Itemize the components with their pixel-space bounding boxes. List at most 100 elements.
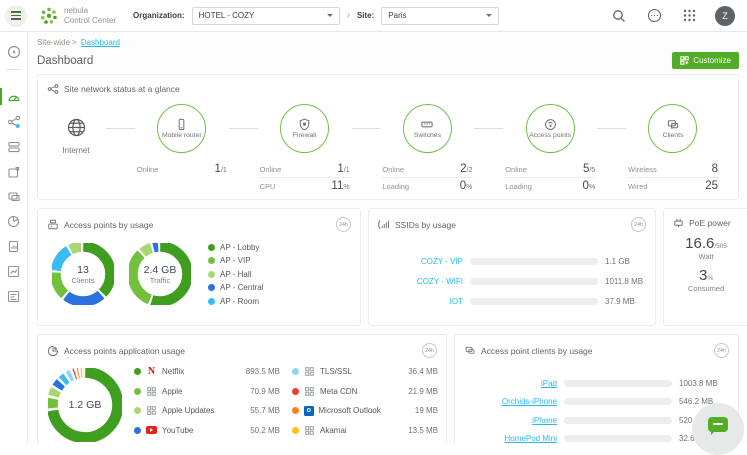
app-row: Apple iCloud12.7 MB [292, 440, 438, 444]
ssid-link[interactable]: COZY - VIP [377, 257, 463, 266]
pie-chart-icon [7, 215, 20, 228]
breadcrumb-dashboard-link[interactable]: Dashboard [81, 38, 120, 47]
sidebar-item-site-overview[interactable] [0, 39, 27, 64]
usage-bar [564, 435, 672, 442]
app-row: Apple70.9 MB [134, 382, 280, 402]
panel-title: SSIDs by usage [395, 220, 456, 230]
client-link[interactable]: iPad [461, 379, 557, 388]
ssid-link[interactable]: COZY - WIFI [377, 277, 463, 286]
client-row: Orchids-iPhone 546.2 MB [461, 397, 728, 406]
sidebar-item-devices[interactable] [0, 134, 27, 159]
application-list-col1: Netflix893.5 MB Apple70.9 MB Apple Updat… [134, 362, 280, 444]
usage-bar [470, 258, 598, 265]
help-ellipsis-icon [647, 8, 662, 23]
firewall-shield-icon [298, 118, 311, 131]
sidebar-item-timeline[interactable] [0, 259, 27, 284]
customize-grid-icon [680, 56, 689, 65]
internet-globe-icon [66, 117, 87, 138]
usage-bar [470, 278, 598, 285]
topology-icon [7, 115, 21, 129]
node-switches[interactable]: Switches Online2/2 Loading0% [380, 104, 474, 194]
organization-selector[interactable]: HOTEL - COZY [192, 7, 340, 25]
client-link[interactable]: Orchids-iPhone [461, 397, 557, 406]
legend-item: AP - Room [208, 297, 263, 306]
client-link[interactable]: iPhone [461, 416, 557, 425]
time-range-badge[interactable]: 24h [422, 343, 437, 358]
legend-item: AP - Hall [208, 270, 263, 279]
client-link[interactable]: HomePod Mini [461, 434, 557, 443]
panel-title: Access point clients by usage [481, 346, 593, 356]
connector-line [352, 128, 381, 129]
sidebar-item-dashboard[interactable] [0, 84, 27, 109]
time-range-badge[interactable]: 24h [714, 343, 729, 358]
search-button[interactable] [608, 5, 630, 27]
apps-grid-icon [683, 9, 696, 22]
time-range-badge[interactable]: 24h [631, 217, 646, 232]
connector-line [229, 128, 258, 129]
report-document-icon [7, 240, 20, 253]
sidebar-item-monitor[interactable] [0, 184, 27, 209]
site-selector[interactable]: Paris [381, 7, 499, 25]
dashboard-gauge-icon [7, 90, 21, 104]
clients-donut-chart: 13Clients [52, 243, 114, 305]
application-donut-chart: 1.2 GB [48, 368, 122, 442]
chevron-down-icon [327, 14, 333, 20]
pie-chart-panel-icon [47, 345, 59, 357]
akamai-icon [304, 425, 315, 436]
access-point-icon [544, 118, 557, 131]
node-firewall[interactable]: Firewall Online1/1 CPU11% [258, 104, 352, 194]
help-button[interactable] [643, 5, 665, 27]
internet-node: Internet [46, 104, 106, 155]
poe-power-panel: PoE power 16.6/505 Watt 3% Consumed [663, 208, 747, 326]
node-access-points[interactable]: Access points Online5/5 Loading0% [503, 104, 597, 194]
hamburger-menu-button[interactable] [5, 5, 27, 27]
site-label: Site: [357, 11, 374, 20]
connector-line [106, 128, 135, 129]
chevron-down-icon [486, 14, 492, 20]
status-glance-panel: Site network status at a glance Internet… [37, 74, 739, 200]
chat-support-button[interactable] [692, 403, 744, 455]
main-content: Site-wide> Dashboard Dashboard Customize… [29, 32, 747, 444]
mobile-router-icon [175, 118, 188, 131]
sidebar-divider [6, 69, 21, 70]
access-point-panel-icon [47, 219, 59, 230]
node-mobile-router[interactable]: Mobile router Online1/1 [135, 104, 229, 177]
app-row: Netflix893.5 MB [134, 362, 280, 382]
app-row: YouTube50.2 MB [134, 421, 280, 441]
brand: nebula Control Center [39, 6, 116, 26]
node-clients[interactable]: Clients Wireless8 Wired25 [626, 104, 720, 194]
compass-icon [7, 45, 21, 59]
time-range-badge[interactable]: 24h [336, 217, 351, 232]
apps-grid-button[interactable] [678, 5, 700, 27]
customize-button[interactable]: Customize [672, 52, 739, 69]
clients-panel-icon [464, 345, 476, 356]
organization-label: Organization: [133, 11, 185, 20]
chat-bubble-icon [708, 417, 728, 432]
connector-line [597, 128, 626, 129]
meta-cdn-icon [304, 386, 315, 397]
youtube-icon [146, 425, 157, 436]
sidebar [0, 32, 28, 444]
sidebar-item-topology[interactable] [0, 109, 27, 134]
panel-title: PoE power [689, 218, 731, 228]
ssid-row: COZY - VIP 1.1 GB [377, 257, 643, 266]
sidebar-item-analytics[interactable] [0, 209, 27, 234]
sidebar-item-configure[interactable] [0, 284, 27, 309]
panel-title: Access points application usage [64, 346, 185, 356]
ssid-link[interactable]: IOT [377, 297, 463, 306]
client-row: iPad 1003.8 MB [461, 379, 728, 388]
sidebar-item-reports[interactable] [0, 234, 27, 259]
top-bar: nebula Control Center Organization: HOTE… [0, 0, 747, 32]
user-avatar[interactable]: Z [715, 6, 735, 26]
ssid-row: COZY - WIFI 1011.8 MB [377, 277, 643, 286]
form-list-icon [7, 290, 20, 303]
usage-bar [564, 398, 672, 405]
sidebar-item-clients[interactable] [0, 159, 27, 184]
poe-values: 16.6/505 Watt 3% Consumed [664, 230, 747, 293]
ap-application-usage-panel: Access points application usage 24h 1.2 … [37, 334, 447, 444]
switch-icon [420, 118, 434, 131]
breadcrumb-site-wide-link[interactable]: Site-wide [37, 38, 70, 47]
clients-devices-icon [666, 118, 680, 131]
application-list-col2: TLS/SSL36.4 MB Meta CDN21.9 MB Microsoft… [292, 362, 438, 444]
nebula-logo-icon [39, 6, 59, 26]
